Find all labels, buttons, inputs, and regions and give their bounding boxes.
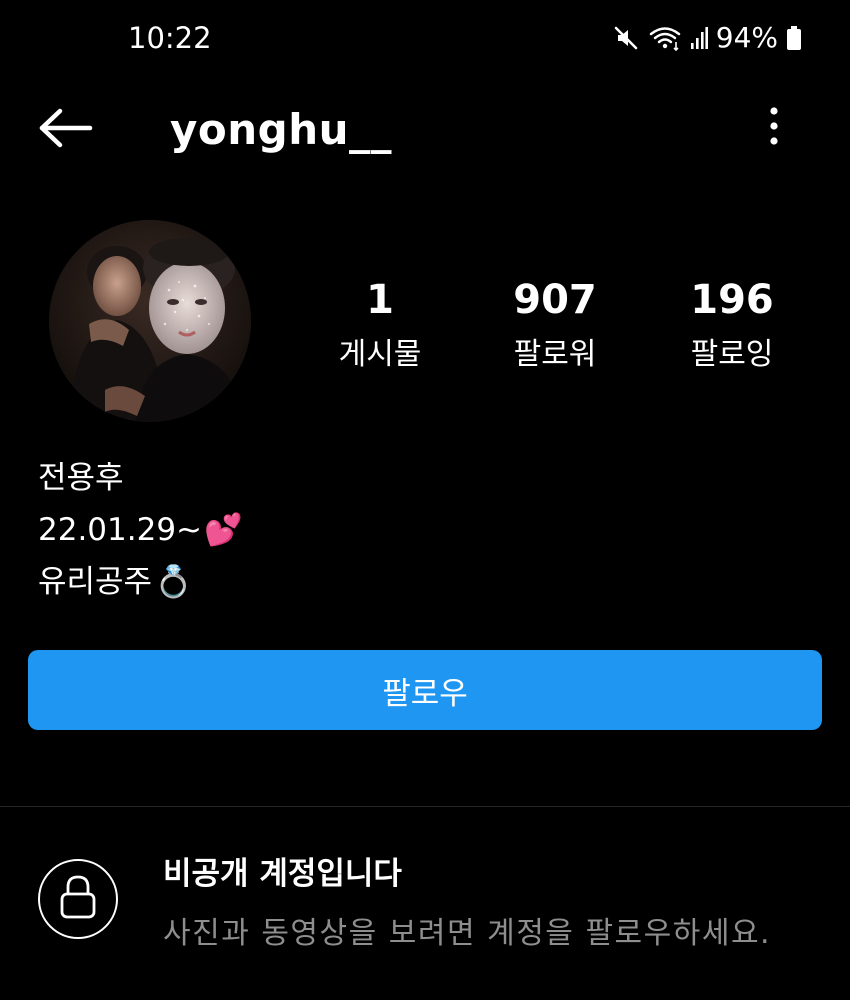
mute-icon [612, 24, 640, 52]
more-options-button[interactable] [756, 102, 792, 154]
wifi-icon [648, 24, 682, 52]
follow-button[interactable]: 팔로우 [28, 650, 822, 730]
following-count: 196 [690, 277, 774, 323]
stat-following[interactable]: 196 팔로잉 [647, 276, 817, 376]
more-vertical-icon [769, 106, 779, 150]
ring-icon: 💍 [154, 564, 193, 600]
bio-tagline-text: 유리공주 [38, 564, 153, 600]
signal-icon [690, 25, 708, 51]
private-account-description: 사진과 동영상을 보려면 계정을 팔로우하세요. [163, 916, 772, 951]
lock-badge [38, 859, 118, 939]
bio-name-text: 전용후 [38, 460, 124, 496]
bio-tagline: 유리공주 💍 [38, 556, 243, 608]
status-time: 10:22 [128, 21, 212, 55]
arrow-left-icon [38, 108, 94, 152]
posts-label: 게시물 [338, 337, 422, 372]
two-hearts-icon: 💕 [204, 512, 243, 548]
battery-icon [786, 24, 802, 52]
bio-date-text: 22.01.29~ [38, 512, 203, 548]
bio-date-line: 22.01.29~ 💕 [38, 504, 243, 556]
private-account-title: 비공개 계정입니다 [163, 856, 402, 892]
bio-name: 전용후 [38, 452, 243, 504]
back-button[interactable] [36, 104, 96, 156]
battery-percent: 94% [715, 21, 778, 54]
profile-avatar[interactable] [49, 220, 251, 422]
status-icons: 94% [612, 20, 802, 56]
stat-followers[interactable]: 907 팔로워 [470, 276, 640, 376]
following-label: 팔로잉 [690, 337, 774, 372]
lock-icon [58, 874, 98, 924]
section-divider [0, 806, 850, 807]
followers-count: 907 [513, 277, 597, 323]
followers-label: 팔로워 [513, 337, 597, 372]
profile-bio: 전용후 22.01.29~ 💕 유리공주 💍 [38, 452, 243, 608]
profile-username: yonghu__ [170, 105, 392, 154]
posts-count: 1 [366, 277, 394, 323]
stat-posts[interactable]: 1 게시물 [295, 276, 465, 376]
